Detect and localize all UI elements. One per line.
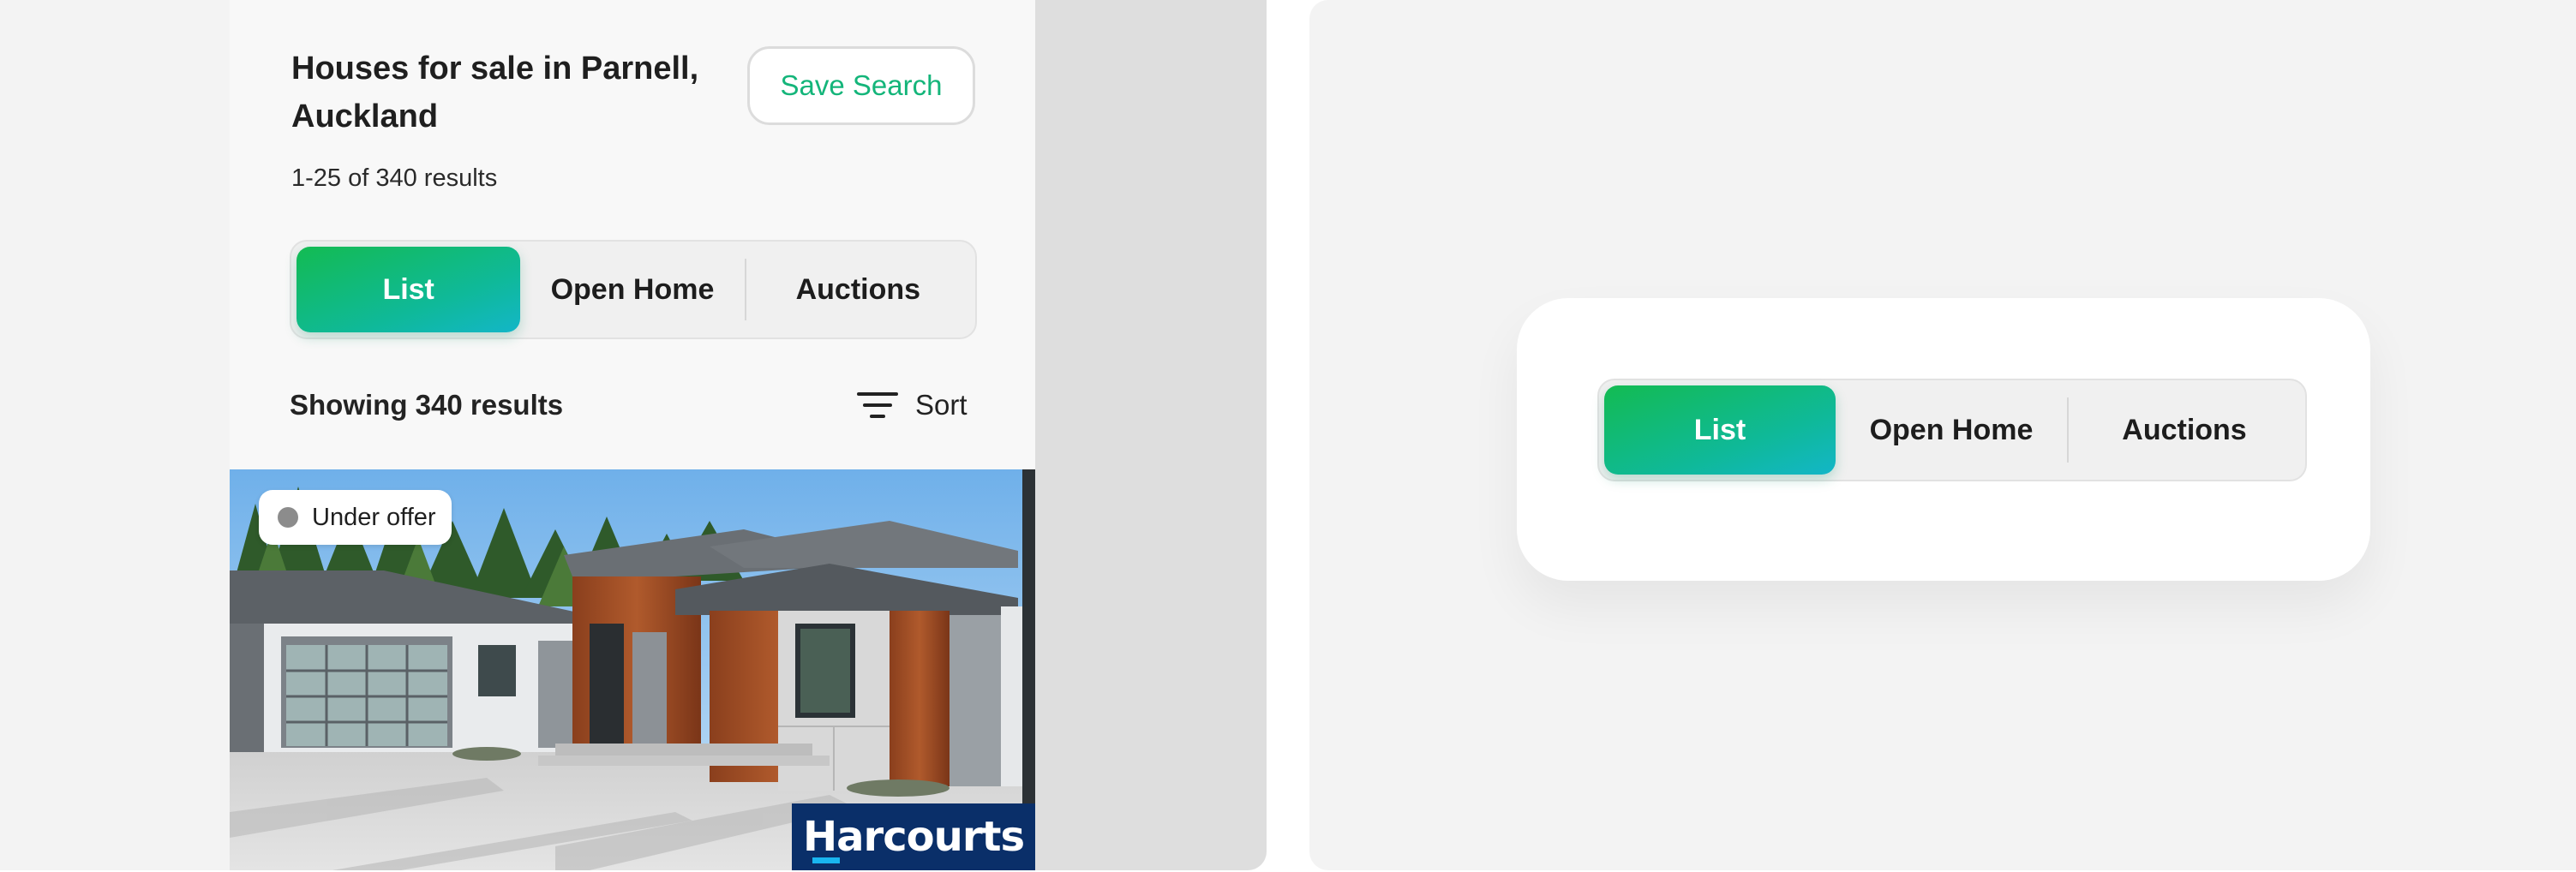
view-toggle: List Open Home Auctions [290,240,977,339]
listing-card[interactable]: Under offer Harcourts [230,469,1035,870]
showing-results-label: Showing 340 results [290,389,564,421]
status-badge: Under offer [259,490,452,545]
tab-open-home[interactable]: Open Home [520,247,744,332]
status-dot-icon [278,507,298,528]
page-title: Houses for sale in Parnell, Auckland [291,51,699,134]
search-results-screen: Houses for sale in Parnell, Auckland Sav… [230,0,1035,870]
brand-logo-text: Harcourts [802,813,1025,861]
status-badge-label: Under offer [312,503,436,531]
background-panel [1035,0,1267,870]
component-preview-card: List Open Home Auctions [1517,298,2370,581]
brand-logo: Harcourts [792,803,1035,870]
right-panel: List Open Home Auctions [1309,0,2576,870]
sort-button[interactable]: Sort [857,384,967,427]
filter-lines-icon [857,391,898,420]
results-count: 1-25 of 340 results [291,164,498,192]
view-toggle-preview: List Open Home Auctions [1597,379,2307,481]
tab-list[interactable]: List [297,247,521,332]
left-panel: Houses for sale in Parnell, Auckland Sav… [0,0,1267,870]
brand-logo-underline [812,857,840,863]
tab-auctions[interactable]: Auctions [2069,385,2300,475]
save-search-button[interactable]: Save Search [747,46,975,125]
sort-label: Sort [915,389,967,421]
tab-auctions[interactable]: Auctions [746,247,970,332]
tab-list[interactable]: List [1604,385,1836,475]
tab-open-home[interactable]: Open Home [1836,385,2067,475]
canvas: Houses for sale in Parnell, Auckland Sav… [0,0,2576,872]
